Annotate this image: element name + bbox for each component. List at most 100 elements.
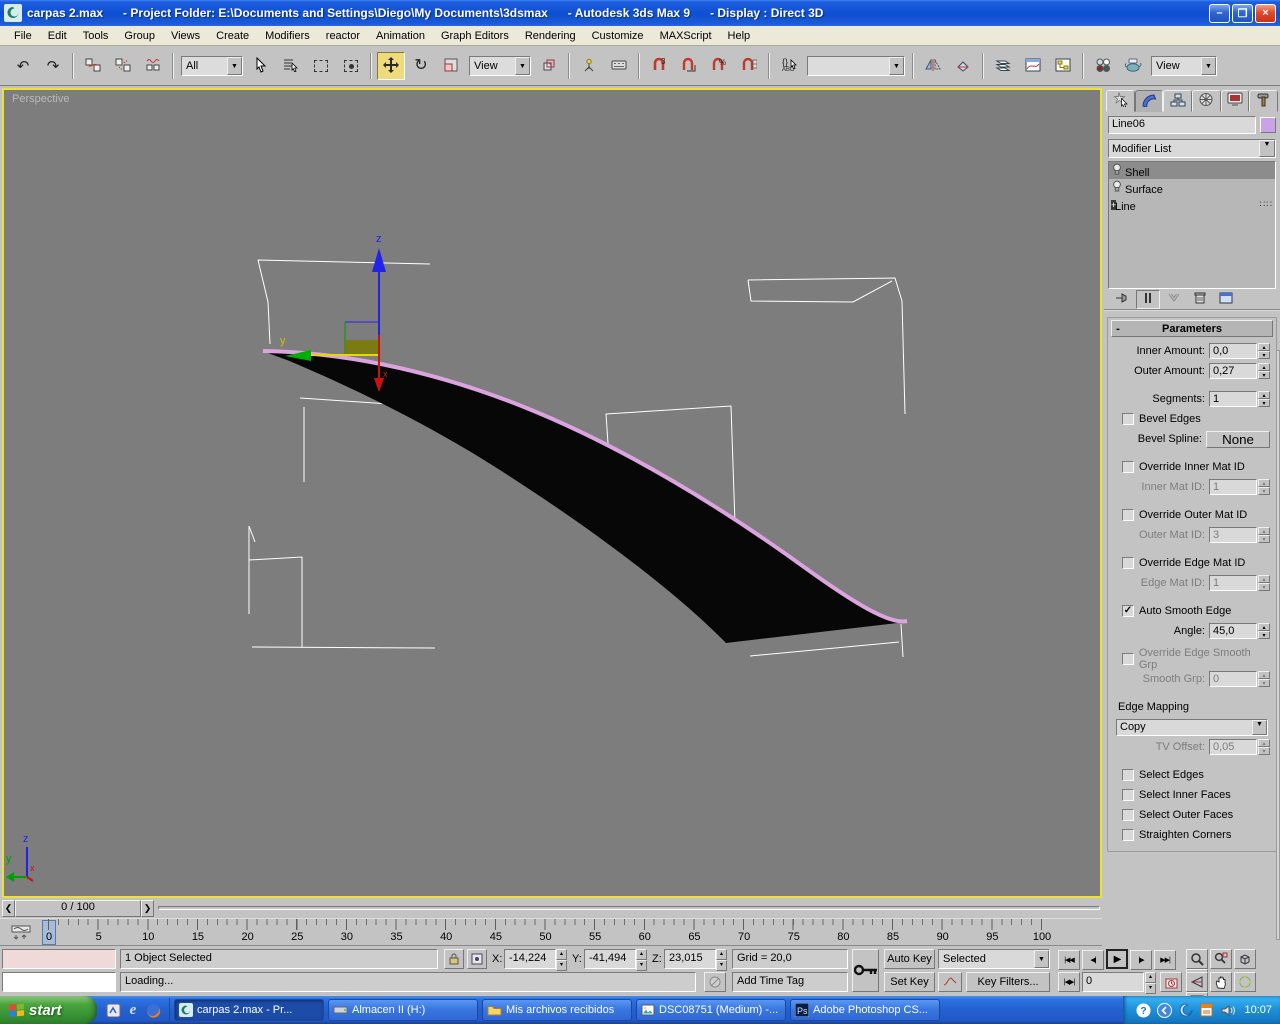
z-coordinate-field[interactable]: 23,015 [664, 949, 716, 969]
make-unique-button[interactable] [1162, 289, 1186, 309]
go-to-end-button[interactable]: ▶▶| [1154, 949, 1176, 970]
align-button[interactable] [949, 52, 977, 80]
angle-snap-button[interactable] [675, 52, 703, 80]
shell-surface-object[interactable] [262, 349, 908, 643]
go-to-start-button[interactable]: |◀◀ [1058, 949, 1080, 970]
collapse-arrow-icon[interactable] [1156, 1002, 1173, 1019]
chevron-down-icon[interactable]: ▼ [1034, 950, 1049, 968]
select-and-rotate-button[interactable]: ↻ [407, 52, 435, 80]
current-frame-field[interactable]: 0 [1082, 972, 1144, 992]
menu-views[interactable]: Views [163, 28, 208, 44]
select-object-button[interactable] [247, 52, 275, 80]
select-and-manipulate-button[interactable] [575, 52, 603, 80]
maxscript-mini-listener-pink[interactable] [2, 949, 116, 969]
inner-amount-spinner[interactable]: ▴ ▾ [1258, 343, 1270, 359]
mini-curve-editor-button[interactable] [6, 921, 36, 944]
menu-help[interactable]: Help [720, 28, 759, 44]
named-selection-dropdown[interactable]: ▼ [807, 56, 905, 76]
track-bar[interactable]: 0 5 10 15 20 25 30 35 40 45 50 55 60 65 70 75 80 85 90 95 10… [0, 918, 1102, 946]
chevron-down-icon[interactable]: ▼ [889, 57, 904, 75]
bind-to-space-warp-button[interactable] [139, 52, 167, 80]
menu-reactor[interactable]: reactor [318, 28, 368, 44]
render-type-dropdown[interactable]: View ▼ [1151, 56, 1217, 76]
zoom-button[interactable] [1186, 949, 1208, 969]
pin-stack-button[interactable] [1110, 289, 1134, 309]
add-time-tag[interactable]: Add Time Tag [732, 972, 848, 992]
override-inner-mat-id-checkbox[interactable] [1122, 461, 1134, 473]
percent-snap-button[interactable]: % [705, 52, 733, 80]
show-end-result-button[interactable] [1136, 289, 1160, 309]
field-of-view-button[interactable] [1186, 972, 1208, 992]
reference-coordinate-dropdown[interactable]: View ▼ [469, 56, 531, 76]
task-image[interactable]: DSC08751 (Medium) -... [636, 999, 786, 1021]
window-crossing-button[interactable] [337, 52, 365, 80]
edit-named-selections-button[interactable]: {} ABC [775, 52, 803, 80]
outer-amount-spinner[interactable]: ▴ ▾ [1258, 363, 1270, 379]
quick-launch-firefox-icon[interactable] [143, 1000, 163, 1020]
task-folder[interactable]: Mis archivos recibidos [482, 999, 632, 1021]
volume-icon[interactable] [1219, 1002, 1236, 1019]
frame-spinner[interactable]: ▴ ▾ [1145, 972, 1156, 994]
angle-spinner[interactable]: ▴ ▾ [1258, 623, 1270, 639]
quick-launch-app-icon[interactable] [103, 1000, 123, 1020]
tab-create[interactable] [1106, 90, 1135, 112]
x-spinner[interactable]: ▴ ▾ [556, 949, 567, 971]
edge-mat-id-spinner[interactable]: ▴ ▾ [1258, 575, 1270, 591]
update-icon[interactable] [1198, 1002, 1215, 1019]
segments-field[interactable]: 1 [1209, 391, 1257, 407]
z-spinner[interactable]: ▴ ▾ [716, 949, 727, 971]
time-slider-handle[interactable]: 0 / 100 [15, 899, 141, 917]
messenger-icon[interactable] [1177, 1002, 1194, 1019]
maximize-button[interactable]: ❐ [1232, 3, 1253, 23]
override-outer-mat-id-checkbox[interactable] [1122, 509, 1134, 521]
panel-scrollbar[interactable] [1276, 350, 1280, 940]
menu-create[interactable]: Create [208, 28, 257, 44]
tab-modify[interactable] [1134, 90, 1164, 112]
time-configuration-button[interactable] [1160, 972, 1182, 992]
render-setup-button[interactable] [1119, 52, 1147, 80]
schematic-view-button[interactable] [1049, 52, 1077, 80]
arc-rotate-button[interactable] [1234, 972, 1256, 992]
chevron-down-icon[interactable]: ▼ [1201, 57, 1216, 75]
quick-launch-ie-icon[interactable]: e [123, 1000, 143, 1020]
auto-smooth-edge-checkbox[interactable]: ✓ [1122, 605, 1134, 617]
modifier-list-dropdown[interactable]: Modifier List ▼ [1108, 139, 1276, 158]
menu-file[interactable]: File [6, 28, 40, 44]
zoom-all-button[interactable] [1210, 949, 1232, 969]
outer-mat-id-spinner[interactable]: ▴ ▾ [1258, 527, 1270, 543]
curve-editor-button[interactable] [1019, 52, 1047, 80]
segments-spinner[interactable]: ▴ ▾ [1258, 391, 1270, 407]
outer-amount-field[interactable]: 0,27 [1209, 363, 1257, 379]
redo-button[interactable]: ↷ [39, 52, 67, 80]
configure-modifier-sets-button[interactable] [1214, 289, 1238, 309]
select-and-move-button[interactable] [377, 52, 405, 80]
zoom-extents-button[interactable] [1234, 949, 1256, 969]
snap-toggle-button[interactable]: 3 [645, 52, 673, 80]
viewport-label[interactable]: Perspective [12, 93, 69, 105]
tab-utilities[interactable] [1249, 90, 1279, 112]
help-icon[interactable]: ? [1135, 1002, 1152, 1019]
selection-filter-dropdown[interactable]: All ▼ [181, 56, 243, 76]
maxscript-mini-listener-white[interactable] [2, 972, 116, 992]
bevel-edges-checkbox[interactable] [1122, 413, 1134, 425]
key-filters-button[interactable]: Key Filters... [966, 972, 1050, 992]
select-edges-checkbox[interactable] [1122, 769, 1134, 781]
tab-hierarchy[interactable] [1163, 90, 1193, 112]
pan-button[interactable] [1210, 972, 1232, 992]
chevron-down-icon[interactable]: ▼ [227, 57, 242, 75]
play-button[interactable]: ▶ [1106, 949, 1128, 969]
select-by-name-button[interactable] [277, 52, 305, 80]
close-button[interactable]: × [1255, 3, 1276, 23]
menu-modifiers[interactable]: Modifiers [257, 28, 318, 44]
select-and-scale-button[interactable] [437, 52, 465, 80]
inner-mat-id-spinner[interactable]: ▴ ▾ [1258, 479, 1270, 495]
straighten-corners-checkbox[interactable] [1122, 829, 1134, 841]
default-tangents-button[interactable] [938, 972, 962, 992]
menu-rendering[interactable]: Rendering [517, 28, 584, 44]
task-photoshop[interactable]: Ps Adobe Photoshop CS... [790, 999, 940, 1021]
modifier-stack-row-shell[interactable]: Shell [1109, 162, 1275, 179]
time-slider-track[interactable] [158, 906, 1100, 910]
spinner-snap-button[interactable] [735, 52, 763, 80]
tab-motion[interactable] [1192, 90, 1221, 112]
minimize-button[interactable]: – [1209, 3, 1230, 23]
